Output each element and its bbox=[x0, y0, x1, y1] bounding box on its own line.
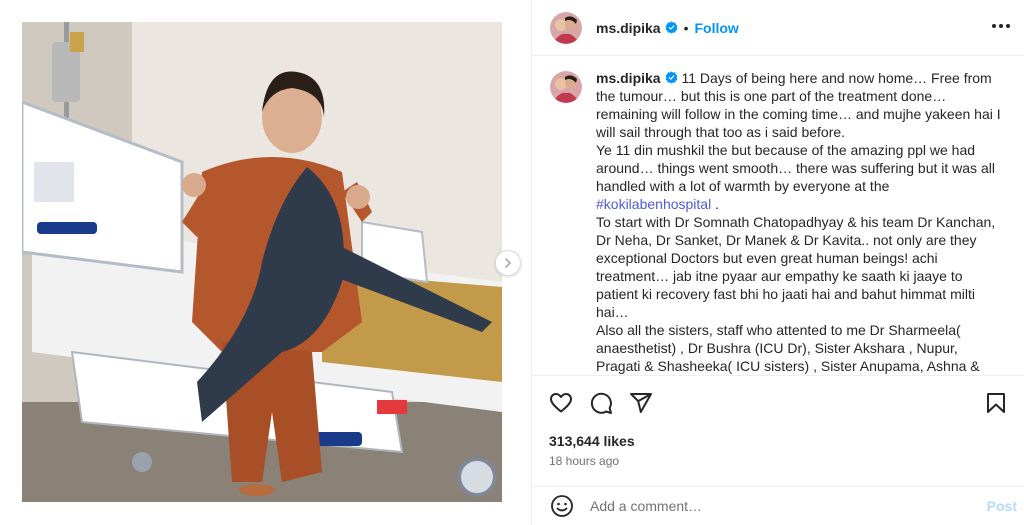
caption-row: ms.dipika 11 Days of being here and now … bbox=[550, 69, 1007, 375]
next-photo-button[interactable] bbox=[495, 250, 521, 276]
share-icon bbox=[630, 393, 652, 413]
avatar[interactable] bbox=[550, 71, 582, 103]
verified-badge-icon bbox=[665, 71, 677, 84]
post-actions: 313,644 likes 18 hours ago bbox=[532, 375, 1024, 485]
verified-badge-icon bbox=[665, 21, 677, 34]
caption-username[interactable]: ms.dipika bbox=[596, 70, 661, 86]
caption-body-part2: . To start with Dr Somnath Chatopadhyay … bbox=[596, 196, 996, 374]
more-options-icon bbox=[992, 24, 1010, 28]
comment-button[interactable] bbox=[588, 390, 614, 416]
comment-bar: Post bbox=[532, 486, 1024, 525]
comment-input[interactable] bbox=[590, 498, 960, 514]
username-link[interactable]: ms.dipika bbox=[596, 20, 661, 36]
post-header: ms.dipika • Follow bbox=[532, 0, 1024, 56]
save-button[interactable] bbox=[983, 390, 1009, 416]
bookmark-icon bbox=[987, 393, 1005, 413]
separator-dot: • bbox=[683, 19, 689, 36]
more-options-button[interactable] bbox=[987, 12, 1015, 40]
caption-text: ms.dipika 11 Days of being here and now … bbox=[596, 69, 1001, 375]
hashtag-link[interactable]: #kokilabenhospital bbox=[596, 196, 711, 212]
avatar[interactable] bbox=[550, 11, 582, 44]
likes-count[interactable]: 313,644 likes bbox=[549, 433, 635, 449]
caption-body-part1: 11 Days of being here and now home… Free… bbox=[596, 70, 1001, 194]
profile-avatar-image bbox=[550, 71, 582, 103]
follow-button[interactable]: Follow bbox=[695, 20, 739, 36]
post-detail-panel: ms.dipika • Follow ms.dipika 11 Days of … bbox=[531, 0, 1024, 525]
chevron-right-icon bbox=[505, 258, 511, 268]
action-icons bbox=[548, 390, 654, 416]
post-timestamp[interactable]: 18 hours ago bbox=[549, 454, 619, 468]
post-media-area bbox=[0, 0, 530, 525]
comment-icon bbox=[590, 392, 612, 414]
heart-icon bbox=[550, 393, 572, 413]
hospital-room-photo bbox=[22, 22, 502, 502]
share-button[interactable] bbox=[628, 390, 654, 416]
emoji-icon[interactable] bbox=[550, 494, 574, 518]
post-comment-button[interactable]: Post bbox=[987, 498, 1017, 514]
profile-avatar-image bbox=[550, 11, 582, 44]
post-photo[interactable] bbox=[22, 22, 502, 502]
like-button[interactable] bbox=[548, 390, 574, 416]
caption-area: ms.dipika 11 Days of being here and now … bbox=[532, 57, 1024, 375]
